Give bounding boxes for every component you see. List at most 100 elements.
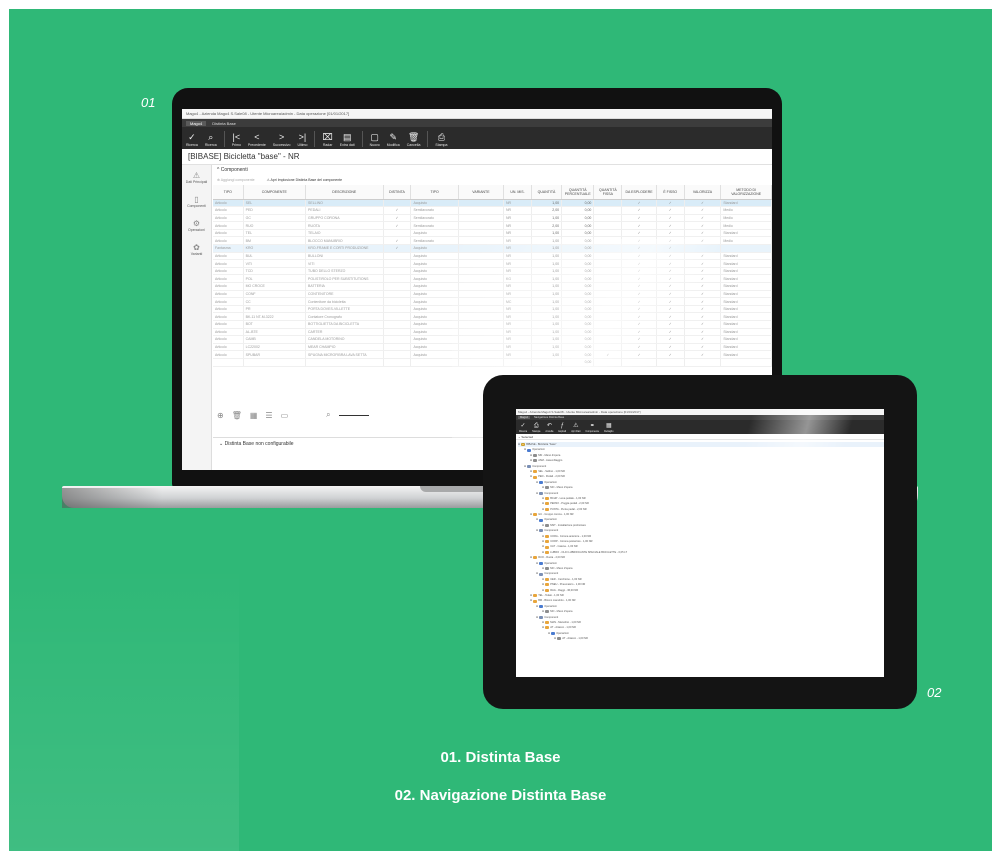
table-row[interactable]: Articolo BUL BULLONI Acquisto NR 1,00 0,00 ✓ ✓ ✓ S… xyxy=(213,252,772,261)
expander-icon[interactable]: ⊟ xyxy=(536,571,538,576)
column-header[interactable]: QUANTITÀ xyxy=(531,185,563,200)
table-row[interactable]: Articolo VITI VITI Acquisto NR 1,00 0,00 ✓ ✓ ✓ Sta… xyxy=(213,259,772,268)
column-header[interactable]: QUANTITÀ PERCENTUALE xyxy=(561,185,595,200)
table-row[interactable]: Articolo CONF CONTENITORE Acquisto NR 1,00 0,0… xyxy=(213,290,772,299)
add-row-icon[interactable]: ⊕ xyxy=(217,411,224,420)
toolbar-button-ricerca[interactable]: ⌕ Ricerca xyxy=(205,132,217,147)
table-row[interactable]: Articolo POL POLISTIROLO PER SUBSTITUTIONS… xyxy=(213,274,772,284)
table-row[interactable]: Articolo RUO RUOTA ✓ Semilavorato NR 2,00 0,00 ✓… xyxy=(213,221,772,230)
table-row[interactable]: Articolo GC GRUPPO CORONA ✓ Semilavorato NR 1,… xyxy=(213,214,772,223)
column-header[interactable]: TIPO xyxy=(213,185,244,200)
table-cell-empty xyxy=(531,358,563,367)
expander-icon[interactable]: ⊟ xyxy=(518,442,520,447)
tree-node[interactable]: ⊟ AT - Attacco - 1,00 NR xyxy=(518,636,884,641)
table-row[interactable]: Fantasma KRO KRO-FRAME E CORTI PRODUZIONE ✓… xyxy=(213,244,772,253)
side-item-dati-principali[interactable]: ⚠ Dati Principali xyxy=(182,165,211,189)
toolbar-button-primo[interactable]: |< Primo xyxy=(232,132,241,147)
table-cell: ✓ xyxy=(656,267,685,276)
table-row[interactable]: Articolo CC Contenitore da bicicletta Acqui… xyxy=(213,297,772,306)
tablet-tab-navigazione[interactable]: Navigazione Distinta Base xyxy=(534,416,564,419)
expander-icon[interactable]: ⊟ xyxy=(524,464,526,469)
table-row[interactable]: Articolo LC22002 MEAR CHAMPIO Acquisto NR 1,0… xyxy=(213,343,772,352)
tablet-toolbar-button-apri-dati[interactable]: ⚠ Apri Dati xyxy=(571,423,580,433)
expander-icon[interactable]: ⊟ xyxy=(536,604,538,609)
expander-icon[interactable]: ⊟ xyxy=(530,474,532,479)
expander-icon[interactable]: ⊟ xyxy=(524,447,526,452)
toolbar-button-label: Precedente xyxy=(247,143,266,147)
tablet-toolbar-button-componente[interactable]: ⚭ Componente xyxy=(585,423,599,433)
search-icon[interactable]: ⌕ xyxy=(326,410,330,420)
toolbar-button-successivo[interactable]: > Successivo xyxy=(273,132,291,147)
expander-icon[interactable]: ⊟ xyxy=(548,631,550,636)
table-row[interactable]: Articolo MO CROCE BATTERIA Acquisto NR 1,00 0,… xyxy=(213,282,772,291)
expander-icon[interactable]: ⊟ xyxy=(536,561,538,566)
table-row[interactable]: Articolo BM BLOCCO MANUBRIO ✓ Semilavorato NR… xyxy=(213,236,772,246)
expander-icon[interactable]: ⊟ xyxy=(536,480,538,485)
column-header[interactable]: METODO DI VALORIZZAZIONE xyxy=(720,185,772,200)
expander-icon[interactable]: ⊟ xyxy=(536,491,538,496)
tablet-toolbar-button-stampa[interactable]: ⎙ Stampa xyxy=(532,423,540,433)
table-cell: ✓ xyxy=(684,305,722,314)
expander-icon[interactable]: ⊟ xyxy=(542,625,544,630)
add-component-button[interactable]: ⊕ Aggiungi componente xyxy=(217,178,255,182)
expander-icon[interactable]: ⊟ xyxy=(536,615,538,620)
table-row[interactable]: Articolo SEL SELLINO Acquisto NR 1,00 0,00 ✓ ✓ ✓ S… xyxy=(213,199,772,208)
toolbar-button-ultimo[interactable]: >| Ultimo xyxy=(298,132,308,147)
toolbar-button-precedente[interactable]: < Precedente xyxy=(248,132,266,147)
column-header[interactable]: COMPONENTE xyxy=(243,185,307,200)
expander-icon[interactable]: ⊟ xyxy=(530,555,532,560)
column-header[interactable]: DESCRIZIONE xyxy=(305,185,384,200)
column-header[interactable]: DA ESPLODERE xyxy=(621,185,657,200)
column-header[interactable]: VARIANTE xyxy=(458,185,505,200)
table-row[interactable]: Articolo TCD TUBO DELLO STERZO Acquisto NR 1,… xyxy=(213,267,772,276)
toolbar-button-cancella[interactable]: 🗑 Cancella xyxy=(407,132,421,147)
side-item-varianti[interactable]: ✿ Varianti xyxy=(182,237,211,261)
table-row[interactable]: Articolo PED PEDALI ✓ Semilavorato NR 2,00 0,00… xyxy=(213,206,772,215)
toolbar-button-nuovo[interactable]: ▢ Nuovo xyxy=(370,132,380,147)
table-cell: Acquisto xyxy=(410,335,459,344)
column-header[interactable]: VALORIZZA xyxy=(684,185,722,200)
toolbar-button-radar[interactable]: ⌧ Radar xyxy=(322,132,332,147)
table-row[interactable]: Articolo AL-BTE CARTER Acquisto NR 1,00 0,00 ✓ ✓… xyxy=(213,328,772,337)
table-row[interactable]: Articolo CAMB CANDELA MOTORINO Acquisto NR 1,… xyxy=(213,335,772,344)
table-cell xyxy=(383,343,412,352)
open-implosion-button[interactable]: ⚠ Apri Implosione Distinta Base del comp… xyxy=(267,178,343,182)
tab-distinta-base[interactable]: Distinta Base xyxy=(212,121,236,126)
column-header[interactable]: QUANTITÀ FISSA xyxy=(593,185,623,200)
table-row[interactable]: Articolo TEL TELAIO Acquisto NR 1,00 0,00 ✓ ✓ ✓ St… xyxy=(213,229,772,238)
table-row[interactable]: Articolo BK-11 NT-M-3222 Contatore Cronogr… xyxy=(213,312,772,321)
side-item-componenti[interactable]: ▯ Componenti xyxy=(182,189,211,213)
expander-icon[interactable]: ⊟ xyxy=(554,636,556,641)
grid-view-icon[interactable]: ▦ xyxy=(250,411,258,420)
tablet-toolbar-button-annulla[interactable]: ↶ Annulla xyxy=(545,423,553,433)
toolbar-button-modifica[interactable]: ✎ Modifica xyxy=(387,132,400,147)
tablet-toolbar-button-ricerca[interactable]: ✓ Ricerca xyxy=(519,423,527,433)
tablet-toolbar-button-esplodi[interactable]: ƒ Esplodi xyxy=(558,423,566,433)
tablet-toolbar-button-dettaglio[interactable]: ▦ Dettaglio xyxy=(604,423,613,433)
side-item-operazioni[interactable]: ⚙ Operazioni xyxy=(182,213,211,237)
toolbar-button-extra-dati[interactable]: ▤ Extra dati xyxy=(340,132,355,147)
table-row[interactable]: Articolo BOT BOTTIGLIETTA DA BICICLETTA Acq… xyxy=(213,320,772,329)
table-row[interactable]: Articolo SPUBAR SPUGNA MICROFIBRA LAVA SET… xyxy=(213,350,772,359)
table-row[interactable]: Articolo PR PORTA DOVES-VILLETTE Acquisto NR… xyxy=(213,305,772,314)
column-header[interactable]: TIPO xyxy=(410,185,459,200)
tablet-tab-mago4[interactable]: Mago4 xyxy=(518,416,530,419)
tab-mago4[interactable]: Mago4 xyxy=(186,120,207,126)
toolbar-button-stampa[interactable]: ⎙ Stampa xyxy=(435,132,447,147)
column-header[interactable]: UN. MIS. xyxy=(503,185,532,200)
table-cell: ✓ xyxy=(684,274,722,284)
table-cell: Articolo xyxy=(213,214,244,223)
expander-icon[interactable]: ⊟ xyxy=(536,528,538,533)
table-cell: ✓ xyxy=(656,312,685,321)
table-view-icon[interactable]: ▭ xyxy=(281,411,289,420)
delete-row-icon[interactable]: 🗑 xyxy=(232,411,242,420)
section-header[interactable]: ^ Componenti xyxy=(213,165,772,175)
expander-icon[interactable]: ⊟ xyxy=(530,512,532,517)
column-header[interactable]: DISTINTA xyxy=(383,185,412,200)
expander-icon[interactable]: ⊟ xyxy=(530,598,532,603)
column-header[interactable]: È FISSO xyxy=(656,185,685,200)
table-cell: Fantasma xyxy=(213,244,244,253)
toolbar-button-ricerca[interactable]: ✓ Ricerca xyxy=(186,132,198,147)
expander-icon[interactable]: ⊟ xyxy=(536,517,538,522)
list-view-icon[interactable]: ☰ xyxy=(265,411,272,420)
